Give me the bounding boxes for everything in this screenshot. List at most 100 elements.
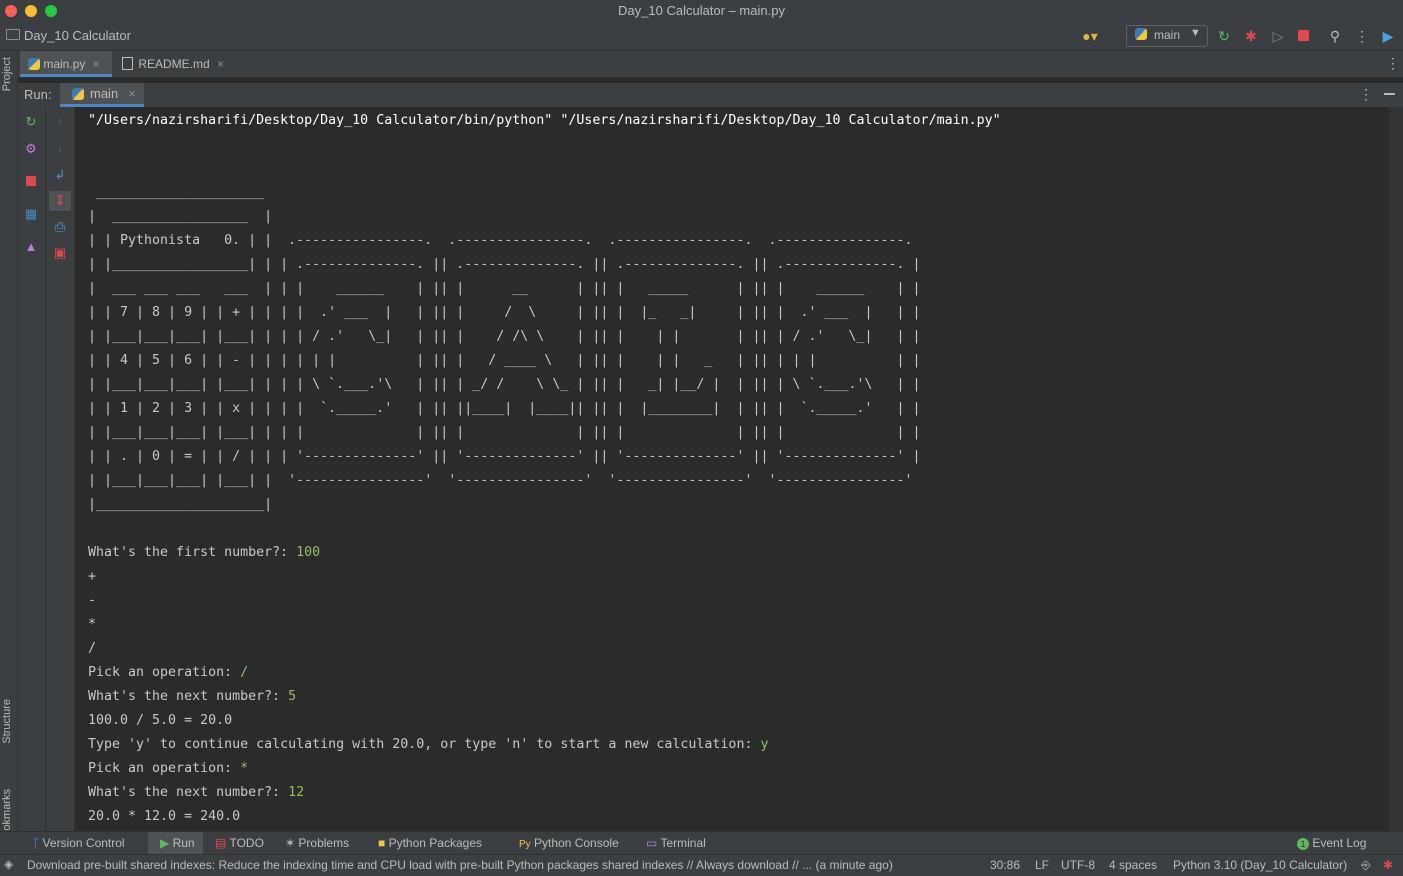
status-message[interactable]: Download pre-built shared indexes: Reduc… [27, 858, 972, 872]
problems-icon: ✶ [285, 836, 296, 850]
run-toolbar-secondary: ↑ ↓ ↲ ↧ ⎙ ▣ [46, 107, 75, 831]
run-tab-main[interactable]: main × [60, 83, 144, 107]
more-tabs-icon[interactable]: ⋮ [1386, 55, 1400, 72]
account-icon[interactable]: ●▾ [1082, 28, 1098, 44]
python-icon [72, 88, 84, 100]
hide-panel-icon[interactable] [1384, 93, 1395, 95]
trash-icon[interactable]: ▣ [52, 245, 68, 261]
close-tab-icon[interactable]: × [128, 86, 136, 101]
tab-todo[interactable]: ▤ TODO [215, 832, 264, 855]
pin-tab-icon[interactable]: ▲ [23, 239, 39, 255]
project-folder-icon [6, 29, 20, 40]
stop-icon[interactable] [26, 176, 36, 186]
console-prompt: What's the first number?: [88, 545, 297, 560]
code-with-me-icon[interactable]: ▶ [1380, 28, 1396, 44]
scroll-to-end-button[interactable]: ↧ [49, 191, 71, 211]
line-separator[interactable]: LF [1035, 858, 1049, 872]
console-prompt: / [88, 641, 97, 656]
event-log-button[interactable]: 1 Event Log [1297, 832, 1366, 855]
ascii-art-line: | |_________________| | | .-------------… [88, 257, 921, 272]
tab-main-py[interactable]: main.py × [20, 51, 112, 77]
layers-icon[interactable]: ◈ [4, 857, 13, 871]
tab-label: TODO [229, 836, 264, 850]
tab-run[interactable]: ▶ Run [148, 832, 203, 855]
ascii-art-line: | | . | 0 | = | | / | | | '-------------… [88, 449, 921, 464]
caret-position[interactable]: 30:86 [990, 858, 1020, 872]
console-prompt: Pick an operation: [88, 761, 241, 776]
console-user-input: * [240, 761, 249, 776]
options-icon[interactable]: ⋮ [1359, 86, 1373, 103]
rerun-icon[interactable]: ↻ [23, 114, 39, 130]
tab-label: Problems [298, 836, 350, 850]
file-encoding[interactable]: UTF-8 [1061, 858, 1095, 872]
window-title: Day_10 Calculator – main.py [618, 3, 785, 18]
close-tab-icon[interactable]: × [217, 57, 224, 71]
arrow-up-icon[interactable]: ↑ [52, 114, 68, 130]
close-tab-icon[interactable]: × [93, 57, 100, 71]
console-prompt: What's the next number?: [88, 689, 289, 704]
project-name[interactable]: Day_10 Calculator [24, 28, 131, 43]
print-icon[interactable]: ⎙ [52, 219, 68, 235]
structure-tool-tab[interactable]: Structure [1, 699, 13, 744]
console-prompt: Pick an operation: [88, 665, 241, 680]
event-count-badge: 1 [1297, 838, 1309, 850]
more-icon[interactable]: ⋮ [1354, 28, 1370, 44]
search-icon[interactable]: ⚲ [1327, 28, 1343, 44]
status-bar: ◈ Download pre-built shared indexes: Red… [0, 854, 1403, 876]
indent-setting[interactable]: 4 spaces [1109, 858, 1157, 872]
console-prompt: * [88, 617, 97, 632]
run-tab-label: main [90, 86, 119, 101]
lock-icon[interactable]: ⎆ [1361, 858, 1371, 873]
tab-python-packages[interactable]: ■ Python Packages [378, 832, 482, 855]
ascii-art-line: | | Pythonista 0. | | .----------------.… [88, 233, 913, 248]
packages-icon: ■ [378, 836, 386, 850]
console-scrollbar[interactable] [1389, 107, 1403, 831]
ascii-art-banner: _____________________ | ________________… [88, 185, 921, 512]
left-tool-window-strip: Project Structure Bookmarks [0, 51, 18, 844]
run-icon: ▶ [160, 836, 170, 850]
ascii-art-line: | | 1 | 2 | 3 | | x | | | | `._____.' | … [88, 401, 921, 416]
bottom-tool-tab-bar: ᛉ Version Control ▶ Run ▤ TODO ✶ Problem… [0, 831, 1403, 855]
markdown-file-icon [122, 57, 133, 70]
coverage-icon[interactable]: ▷ [1270, 28, 1286, 44]
console-user-input: 100 [296, 545, 321, 560]
tab-python-console[interactable]: Py Python Console [519, 832, 619, 855]
stop-icon[interactable] [1298, 30, 1309, 41]
console-prompt: Type 'y' to continue calculating with 20… [88, 737, 761, 752]
arrow-down-icon[interactable]: ↓ [52, 140, 68, 156]
tab-label: Run [172, 836, 195, 850]
run-configuration-select[interactable]: main ▼ [1126, 25, 1208, 47]
soft-wrap-icon[interactable]: ↲ [52, 167, 68, 183]
settings-gear-icon[interactable]: ⚙ [23, 141, 39, 157]
console-prompt: + [88, 569, 97, 584]
python-icon [1135, 28, 1147, 40]
ascii-art-line: | |___|___|___| |___| | '---------------… [88, 473, 913, 488]
rerun-icon[interactable]: ↻ [1216, 28, 1232, 44]
tab-problems[interactable]: ✶ Problems [285, 832, 349, 855]
console-user-input: 5 [288, 689, 297, 704]
tab-label: Python Packages [388, 836, 482, 850]
ascii-art-line: | |___|___|___| |___| | | | / .' \_| | |… [88, 329, 921, 344]
console-user-input: y [760, 737, 769, 752]
tab-label: main.py [43, 57, 86, 71]
run-console[interactable]: "/Users/nazirsharifi/Desktop/Day_10 Calc… [75, 107, 1387, 831]
debug-icon[interactable]: ✱ [1243, 28, 1259, 44]
ascii-art-line: | _________________ | [88, 209, 273, 224]
python-console-icon: Py [519, 839, 531, 850]
run-panel-header: Run: main × ⋮ [18, 83, 1403, 107]
tab-terminal[interactable]: ▭ Terminal [646, 832, 706, 855]
editor-tab-bar: main.py × README.md × ⋮ [18, 51, 1403, 78]
tab-label: Terminal [660, 836, 706, 850]
git-sync-icon[interactable]: ✱ [1383, 858, 1393, 872]
console-prompt: 100.0 / 5.0 = 20.0 [88, 713, 233, 728]
tab-label: README.md [138, 57, 210, 71]
python-interpreter[interactable]: Python 3.10 (Day_10 Calculator) [1173, 858, 1347, 872]
project-tool-tab[interactable]: Project [1, 57, 13, 91]
tab-readme-md[interactable]: README.md × [118, 51, 237, 77]
tab-label: Python Console [534, 836, 619, 850]
console-output: "/Users/nazirsharifi/Desktop/Day_10 Calc… [88, 109, 1001, 831]
layout-icon[interactable]: ▦ [23, 206, 39, 222]
tab-version-control[interactable]: ᛉ Version Control [32, 832, 125, 855]
run-toolbar-primary: ↻ ⚙ ▦ ▲ [18, 107, 46, 831]
terminal-icon: ▭ [646, 836, 658, 850]
